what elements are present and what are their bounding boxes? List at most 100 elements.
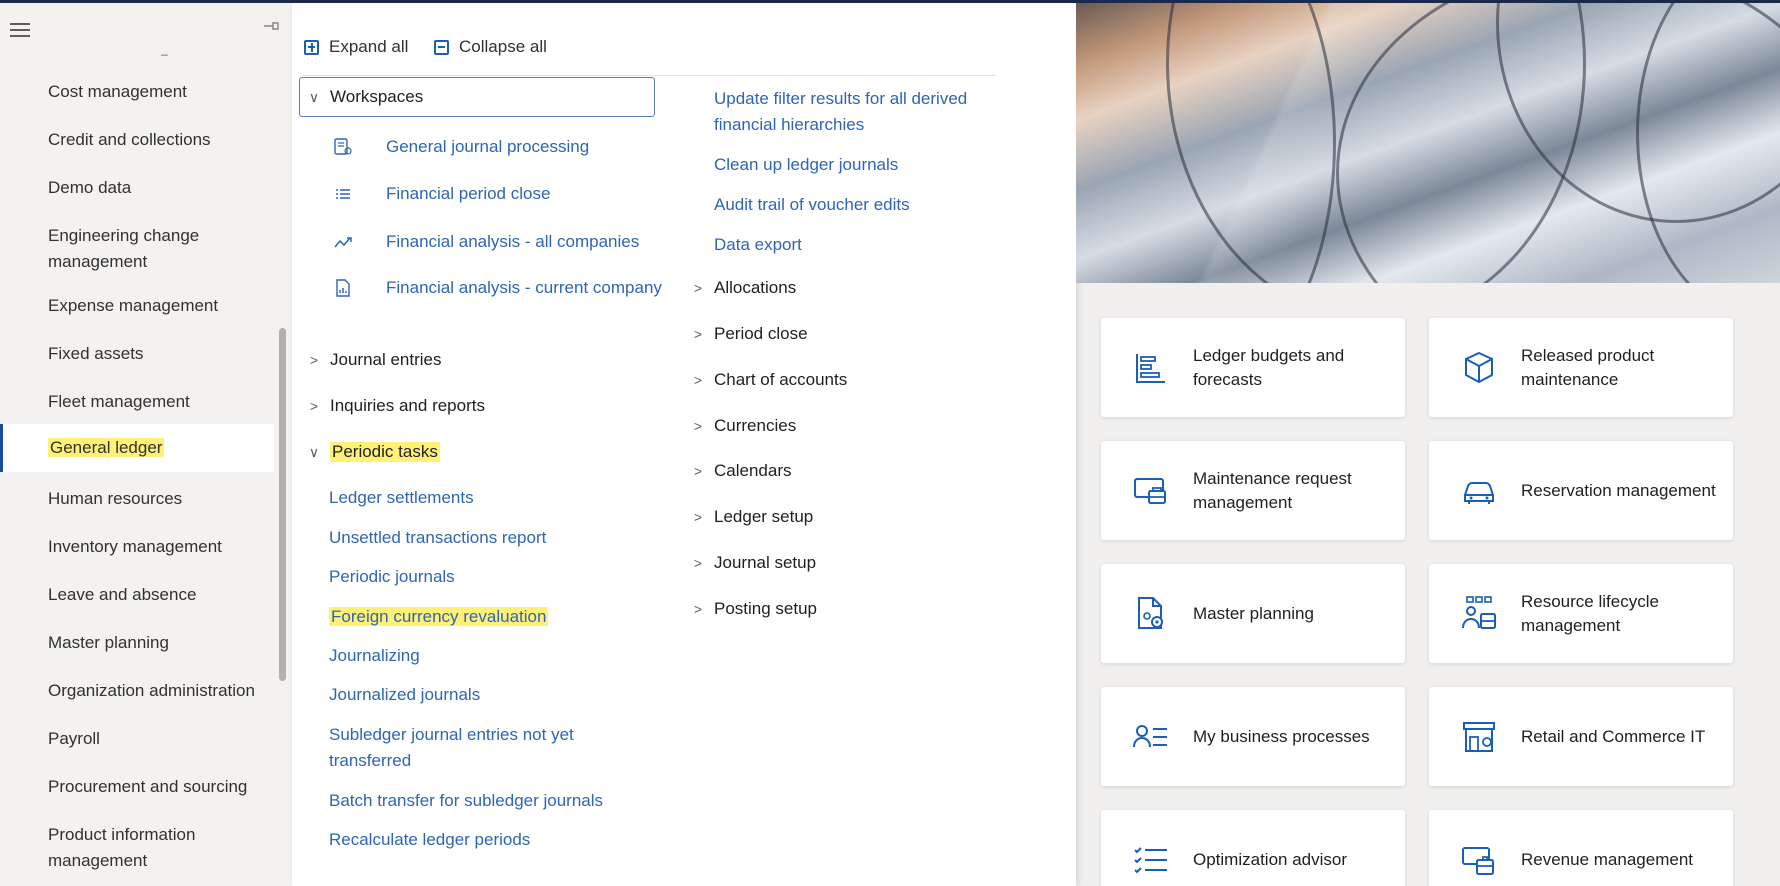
tile-released-product[interactable]: Released product maintenance (1429, 318, 1733, 417)
nav-item-label: Product information management (48, 825, 196, 870)
group-period-close[interactable]: > Period close (690, 324, 808, 344)
tile-revenue-management[interactable]: Revenue management (1429, 810, 1733, 886)
nav-item-expense-management[interactable]: Expense management (0, 293, 274, 319)
link-data-export[interactable]: Data export (714, 232, 802, 258)
group-posting-setup[interactable]: > Posting setup (690, 599, 817, 619)
workspace-financial-analysis-current[interactable]: Financial analysis - current company (332, 275, 662, 301)
tile-my-business-processes[interactable]: My business processes (1101, 687, 1405, 786)
nav-item-fleet-management[interactable]: Fleet management (0, 389, 274, 415)
tile-maintenance-request[interactable]: Maintenance request management (1101, 441, 1405, 540)
group-journal-setup[interactable]: > Journal setup (690, 553, 816, 573)
nav-scrollbar[interactable] (279, 328, 286, 681)
workspace-financial-analysis-all[interactable]: Financial analysis - all companies (332, 229, 662, 255)
group-ledger-setup[interactable]: > Ledger setup (690, 507, 813, 527)
tile-ledger-budgets[interactable]: Ledger budgets and forecasts (1101, 318, 1405, 417)
group-label: Journal entries (330, 350, 442, 369)
group-label: Posting setup (714, 599, 818, 618)
nav-item-label: Organization administration (48, 681, 255, 700)
hamburger-menu-icon[interactable] (10, 23, 30, 37)
nav-item-inventory-management[interactable]: Inventory management (0, 534, 274, 560)
collapse-icon (434, 39, 449, 55)
link-ledger-settlements[interactable]: Ledger settlements (329, 485, 474, 511)
tile-resource-lifecycle[interactable]: Resource lifecycle management (1429, 564, 1733, 663)
group-periodic-tasks[interactable]: ∨ Periodic tasks (306, 442, 440, 462)
person-list-icon (1133, 724, 1167, 747)
chevron-right-icon: > (693, 509, 703, 525)
group-label: Period close (714, 324, 808, 343)
nav-item-organization-administration[interactable]: Organization administration (0, 678, 274, 704)
nav-item-product-information[interactable]: Product information management (0, 822, 274, 874)
group-allocations[interactable]: > Allocations (690, 278, 796, 298)
chevron-right-icon: > (693, 326, 703, 342)
people-icon (1462, 595, 1496, 629)
scroll-indicator-icon: – (161, 47, 168, 61)
nav-item-label: Inventory management (48, 537, 222, 556)
group-calendars[interactable]: > Calendars (690, 461, 792, 481)
nav-item-engineering-change[interactable]: Engineering change management (0, 223, 274, 275)
maintenance-icon (1134, 477, 1166, 504)
link-journalized-journals[interactable]: Journalized journals (329, 682, 480, 708)
group-label: Inquiries and reports (330, 396, 485, 415)
expand-all-label: Expand all (329, 37, 409, 56)
expand-all-button[interactable]: Expand all (304, 37, 408, 57)
collapse-all-button[interactable]: Collapse all (434, 37, 547, 57)
tile-reservation-management[interactable]: Reservation management (1429, 441, 1733, 540)
link-audit-trail-voucher[interactable]: Audit trail of voucher edits (714, 192, 910, 218)
nav-item-label: Expense management (48, 296, 219, 315)
general-ledger-flyout: Expand all Collapse all ∨ Workspaces Gen… (292, 3, 1076, 886)
group-chart-of-accounts[interactable]: > Chart of accounts (690, 370, 847, 390)
link-subledger-not-transferred[interactable]: Subledger journal entries not yet transf… (329, 722, 599, 774)
group-inquiries-reports[interactable]: > Inquiries and reports (306, 396, 485, 416)
link-recalculate-ledger-periods[interactable]: Recalculate ledger periods (329, 827, 530, 853)
tile-label: Retail and Commerce IT (1521, 726, 1706, 746)
nav-item-payroll[interactable]: Payroll (0, 726, 274, 752)
pin-icon[interactable] (262, 19, 280, 35)
tile-optimization-advisor[interactable]: Optimization advisor (1101, 810, 1405, 886)
group-currencies[interactable]: > Currencies (690, 416, 796, 436)
nav-item-general-ledger[interactable]: General ledger (0, 424, 274, 472)
nav-item-credit-collections[interactable]: Credit and collections (0, 127, 274, 153)
nav-item-label: Payroll (48, 729, 100, 748)
budget-icon (1136, 353, 1165, 383)
link-update-filter-results[interactable]: Update filter results for all derived fi… (714, 86, 994, 138)
chevron-down-icon: ∨ (308, 443, 320, 460)
nav-item-fixed-assets[interactable]: Fixed assets (0, 341, 274, 367)
group-journal-entries[interactable]: > Journal entries (306, 350, 442, 370)
car-icon (1464, 481, 1494, 504)
cube-icon (1465, 351, 1493, 383)
workspace-general-journal[interactable]: General journal processing (332, 134, 662, 160)
chevron-right-icon: > (309, 352, 319, 368)
group-label: Currencies (714, 416, 797, 435)
group-workspaces[interactable]: ∨ Workspaces (306, 87, 423, 107)
chevron-right-icon: > (693, 372, 703, 388)
nav-item-procurement-sourcing[interactable]: Procurement and sourcing (0, 774, 274, 800)
nav-item-label: Credit and collections (48, 130, 211, 149)
link-periodic-journals[interactable]: Periodic journals (329, 564, 455, 590)
group-label: Workspaces (330, 87, 424, 106)
nav-item-demo-data[interactable]: Demo data (0, 175, 274, 201)
revenue-icon (1462, 846, 1494, 875)
nav-item-master-planning[interactable]: Master planning (0, 630, 274, 656)
planning-doc-icon (1138, 596, 1163, 629)
nav-item-leave-absence[interactable]: Leave and absence (0, 582, 274, 608)
nav-item-human-resources[interactable]: Human resources (0, 486, 274, 512)
nav-item-cost-management[interactable]: Cost management (0, 79, 274, 105)
link-clean-up-ledger-journals[interactable]: Clean up ledger journals (714, 152, 898, 178)
nav-item-label: Fleet management (48, 392, 190, 411)
link-journalizing[interactable]: Journalizing (329, 643, 420, 669)
tile-label: My business processes (1193, 726, 1370, 746)
link-unsettled-transactions[interactable]: Unsettled transactions report (329, 525, 546, 551)
chevron-right-icon: > (309, 398, 319, 414)
chevron-right-icon: > (693, 555, 703, 571)
nav-item-label: Human resources (48, 489, 183, 508)
workspace-label: Financial analysis - all companies (386, 232, 640, 251)
tile-master-planning[interactable]: Master planning (1101, 564, 1405, 663)
link-foreign-currency-revaluation[interactable]: Foreign currency revaluation (329, 604, 549, 630)
link-batch-transfer-subledger[interactable]: Batch transfer for subledger journals (329, 788, 603, 814)
trend-icon (334, 237, 352, 248)
expand-icon (304, 39, 319, 55)
tile-retail-commerce-it[interactable]: Retail and Commerce IT (1429, 687, 1733, 786)
workspace-financial-period-close[interactable]: Financial period close (332, 181, 662, 207)
group-label: Journal setup (714, 553, 817, 572)
tile-label: Resource lifecycle management (1521, 591, 1659, 635)
